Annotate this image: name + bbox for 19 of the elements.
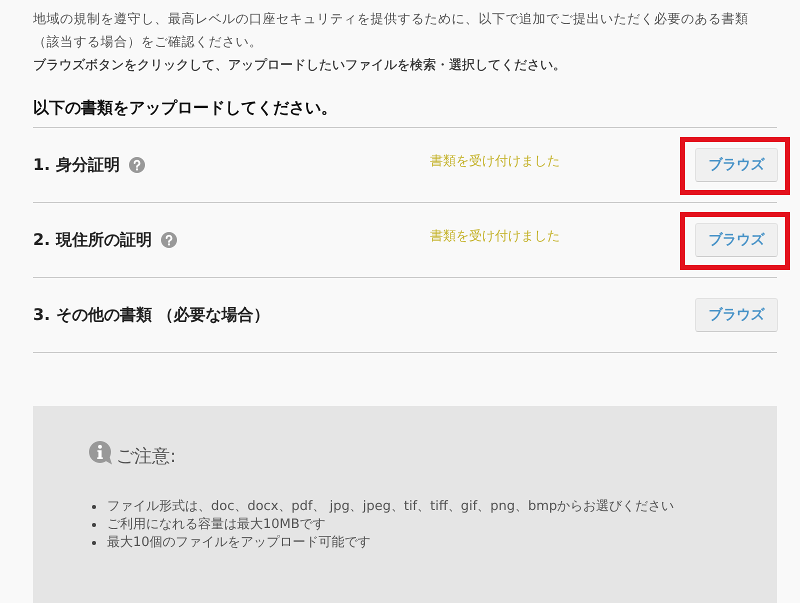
info-icon — [88, 441, 113, 465]
document-title: 3. その他の書類 （必要な場合） — [33, 304, 270, 326]
status-text: 書類を受け付けました — [430, 228, 561, 245]
browse-button[interactable]: ブラウズ — [695, 223, 778, 257]
bullet-icon — [92, 523, 96, 527]
intro-text: 地域の規制を遵守し、最高レベルの口座セキュリティを提供するために、以下で追加でご提出いただく必要のある書類（該当する場合）をご確認ください。 — [33, 11, 750, 52]
notes-title: ご注意: — [116, 445, 176, 468]
note-item: 最大10個のファイルをアップロード可能です — [107, 534, 371, 552]
bullet-icon — [92, 541, 96, 545]
document-title: 1. 身分証明 — [33, 154, 120, 176]
note-item: ご利用になれる容量は最大10MBです — [107, 516, 326, 534]
document-title: 2. 現住所の証明 — [33, 230, 152, 250]
instruction-text: ブラウズボタンをクリックして、アップロードしたいファイルを検索・選択してください。 — [33, 57, 567, 75]
section-heading: 以下の書類をアップロードしてください。 — [33, 98, 338, 118]
browse-button[interactable]: ブラウズ — [695, 148, 778, 182]
note-item: ファイル形式は、doc、docx、pdf、 jpg、jpeg、tif、tiff、gif、png、bmpからお選びください — [107, 498, 674, 516]
browse-button[interactable]: ブラウズ — [695, 298, 778, 332]
status-text: 書類を受け付けました — [430, 153, 561, 170]
bullet-icon — [92, 505, 96, 509]
